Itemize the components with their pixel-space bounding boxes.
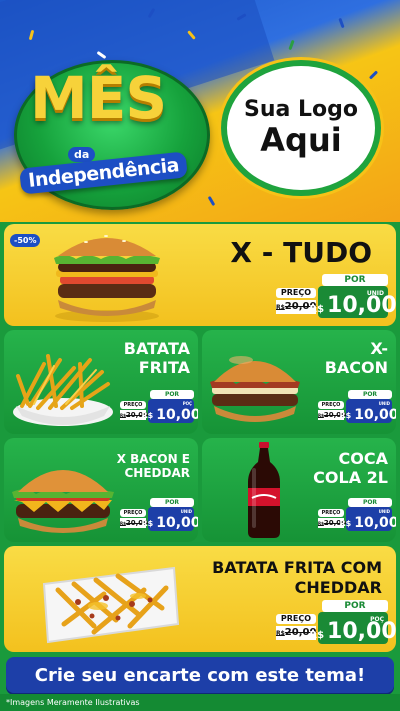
item-name-line1: X BACON E: [116, 452, 190, 466]
new-price-box: R$ 10,00 POÇ: [309, 612, 396, 644]
item-name: BATATA FRITA COM CHEDDAR: [212, 558, 382, 598]
item-card-batata-cheddar[interactable]: BATATA FRITA COM CHEDDAR POR PREÇO R$20,…: [4, 546, 396, 652]
new-price: 10,00: [327, 293, 396, 318]
unit-label: POÇ: [370, 616, 384, 623]
featured-name: X - TUDO: [230, 236, 372, 269]
item-name-line2: CHEDDAR: [124, 466, 191, 481]
logo-placeholder[interactable]: Sua Logo Aqui: [221, 60, 381, 196]
price-tag: POR PREÇO R$20,00 R$ 10,00 POÇ: [276, 600, 396, 646]
featured-price-tag: POR PREÇO R$20,00 R$ 10,00 UNID: [276, 274, 396, 320]
unit-label: UNID: [378, 401, 390, 406]
confetti: [207, 195, 216, 207]
new-price: 10,00: [354, 407, 396, 423]
new-price-box: R$ 10,00 UNID: [339, 507, 396, 531]
new-price: 10,00: [156, 407, 198, 423]
por-label: POR: [348, 390, 392, 399]
price-tag: POR PREÇO R$20,00 R$ 10,00 UNID: [120, 498, 198, 532]
confetti: [338, 17, 345, 29]
preco-label: PREÇO: [318, 509, 344, 517]
currency-label: R$: [339, 411, 352, 420]
por-label: POR: [150, 390, 194, 399]
currency-label: R$: [141, 411, 154, 420]
featured-card[interactable]: X - TUDO POR PREÇO R$20,00 R$ 10,00 UNID: [4, 224, 396, 326]
burger-icon: [12, 470, 114, 533]
header-banner: MÊS da Independência Sua Logo Aqui: [0, 0, 400, 222]
item-card-xbacon-cheddar[interactable]: X BACON E CHEDDAR POR PREÇO R$20,00 R$ 1…: [4, 438, 198, 542]
preco-label: PREÇO: [120, 401, 146, 409]
item-name: X BACON E CHEDDAR: [117, 452, 190, 480]
new-price-box: R$ 10,00 UNID: [309, 286, 396, 318]
price-tag: POR PREÇO R$20,00 R$ 10,00 UNID: [318, 390, 396, 424]
por-label: POR: [322, 274, 388, 286]
item-card-coca-cola[interactable]: COCA COLA 2L POR PREÇO R$20,00 R$ 10,00 …: [202, 438, 396, 542]
preco-label: PREÇO: [120, 509, 146, 517]
item-name-line1: COCA: [338, 449, 388, 468]
item-name-line1: X-: [370, 339, 388, 358]
confetti: [368, 70, 379, 80]
unit-label: UNID: [180, 509, 192, 514]
item-name-line2: CHEDDAR: [294, 578, 382, 597]
price-tag: POR PREÇO R$20,00 R$ 10,00 UNID: [318, 498, 396, 532]
currency-label: R$: [141, 519, 154, 528]
title-mes: MÊS: [30, 64, 167, 132]
burger-icon: [54, 235, 160, 322]
discount-badge: -50%: [10, 234, 41, 247]
new-price: 10,00: [354, 515, 396, 531]
currency-label: R$: [339, 519, 352, 528]
item-name-line1: BATATA FRITA COM: [212, 558, 382, 577]
logo-line2: Aqui: [260, 120, 342, 159]
new-price-box: R$ 10,00 POÇ: [141, 399, 198, 423]
cheddar-fries-icon: [42, 566, 180, 644]
item-name-line1: BATATA: [123, 339, 190, 358]
logo-line1: Sua Logo: [243, 97, 358, 123]
new-price: 10,00: [327, 619, 396, 644]
item-name-line2: COLA 2L: [313, 467, 388, 487]
unit-label: UNID: [378, 509, 390, 514]
burger-icon: [210, 356, 300, 422]
disclaimer: *Imagens Meramente Ilustrativas: [6, 698, 140, 707]
preco-label: PREÇO: [276, 288, 316, 298]
item-name: X- BACON: [324, 339, 388, 378]
por-label: POR: [150, 498, 194, 507]
new-price: 10,00: [156, 515, 198, 531]
confetti: [288, 39, 295, 51]
item-name-line2: BACON: [324, 357, 388, 377]
cta-banner[interactable]: Crie seu encarte com este tema!: [6, 657, 394, 693]
item-name: COCA COLA 2L: [313, 449, 388, 488]
item-card-xbacon[interactable]: X- BACON POR PREÇO R$20,00 R$ 10,00 UNID: [202, 330, 396, 434]
new-price-box: R$ 10,00 UNID: [339, 399, 396, 423]
currency-label: R$: [309, 630, 325, 641]
price-tag: POR PREÇO R$20,00 R$ 10,00 POÇ: [120, 390, 198, 424]
por-label: POR: [348, 498, 392, 507]
unit-label: UNID: [366, 290, 384, 297]
fries-icon: [13, 354, 113, 426]
soda-bottle-icon: [248, 442, 280, 538]
item-name-line2: FRITA: [138, 357, 190, 377]
preco-label: PREÇO: [276, 614, 316, 624]
por-label: POR: [322, 600, 388, 612]
title-da: da: [68, 147, 96, 162]
unit-label: POÇ: [182, 401, 192, 406]
preco-label: PREÇO: [318, 401, 344, 409]
item-card-batata[interactable]: BATATA FRITA POR PREÇO R$20,00 R$ 10,00 …: [4, 330, 198, 434]
currency-label: R$: [309, 304, 325, 315]
item-name: BATATA FRITA: [123, 339, 190, 378]
new-price-box: R$ 10,00 UNID: [141, 507, 198, 531]
